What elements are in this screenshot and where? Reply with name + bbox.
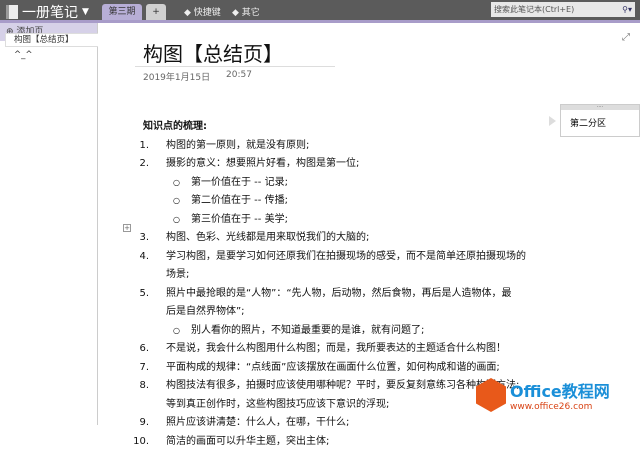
section-arrow-icon <box>549 116 556 126</box>
list-text: 照片中最抢眼的是“人物”：“先人物，后动物，然后食物，再后是人造物体，最 <box>166 285 512 304</box>
list-number: 9. <box>129 414 149 433</box>
list-item: 1.构图的第一原则，就是没有原则; <box>143 137 543 156</box>
list-item: ○ 第二价值在于 -- 传播; <box>143 192 543 211</box>
search-placeholder: 搜索此笔记本(Ctrl+E) <box>494 5 574 14</box>
list-text: 第一价值在于 -- 记录; <box>191 174 288 193</box>
list-item: 6.不是说，我会什么构图用什么构图；而是，我所要表达的主题适合什么构图！ <box>143 340 543 359</box>
notebook-selector[interactable]: 一册笔记 ▼ <box>6 2 89 22</box>
list-item: ○ 第三价值在于 -- 美学; <box>143 211 543 230</box>
page-date: 2019年1月15日 <box>143 70 210 83</box>
search-input[interactable]: 搜索此笔记本(Ctrl+E) ⚲▾ <box>491 2 635 17</box>
list-number: 2. <box>129 155 149 174</box>
list-item: 2.摄影的意义：想要照片好看，构图是第一位; <box>143 155 543 174</box>
chevron-down-icon: ▼ <box>82 7 89 17</box>
watermark-url: www.office26.com <box>510 402 610 412</box>
list-number: 10. <box>129 433 149 451</box>
list-number: 5. <box>129 285 149 304</box>
list-text: 后是自然界物体”; <box>166 303 245 322</box>
bullet-icon: ○ <box>173 211 180 230</box>
title-divider <box>135 66 335 67</box>
list-number: 4. <box>129 248 149 267</box>
page-item[interactable]: ^_^ <box>14 50 33 60</box>
bullet-icon: ○ <box>173 192 180 211</box>
notebook-name: 一册笔记 <box>22 2 78 22</box>
other-link[interactable]: ◆ 其它 <box>232 5 260 18</box>
list-number: 6. <box>129 340 149 359</box>
quick-keys-label: 快捷键 <box>194 8 221 18</box>
list-number: 7. <box>129 359 149 378</box>
quick-keys-link[interactable]: ◆ 快捷键 <box>184 5 221 18</box>
list-text: 学习构图，是要学习如何还原我们在拍摄现场的感受，而不是简单还原拍摄现场的 <box>166 248 526 267</box>
list-item: ○ 别人看你的照片，不知道最重要的是谁，就有问题了; <box>143 322 543 341</box>
list-text: 简洁的画面可以升华主题，突出主体; <box>166 433 329 451</box>
section-text[interactable]: 第二分区 <box>561 110 639 129</box>
add-section-tab[interactable]: + <box>146 4 166 20</box>
list-text: 场景; <box>166 266 189 285</box>
list-text: 构图、色彩、光线都是用来取悦我们的大脑的; <box>166 229 369 248</box>
bullet-icon: ○ <box>173 322 180 341</box>
page-sidebar: ⊕ 添加页 <box>0 23 98 425</box>
list-text: 构图技法有很多，拍摄时应该使用哪种呢？平时，要反复刻意练习各种构图方法; <box>166 377 519 396</box>
list-text: 别人看你的照片，不知道最重要的是谁，就有问题了; <box>191 322 424 341</box>
section-note-box[interactable]: ···· 第二分区 <box>560 104 640 137</box>
list-text: 摄影的意义：想要照片好看，构图是第一位; <box>166 155 359 174</box>
tab-section[interactable]: 第三期 <box>102 4 142 20</box>
list-item: 4.学习构图，是要学习如何还原我们在拍摄现场的感受，而不是简单还原拍摄现场的 <box>143 248 543 267</box>
list-text: 不是说，我会什么构图用什么构图；而是，我所要表达的主题适合什么构图！ <box>166 340 506 359</box>
page-time: 20:57 <box>226 70 252 80</box>
search-icon[interactable]: ⚲▾ <box>622 2 632 17</box>
page-item-selected[interactable]: 构图【总结页】 <box>5 33 98 47</box>
office-logo-icon <box>476 378 506 412</box>
list-item: ○ 第一价值在于 -- 记录; <box>143 174 543 193</box>
list-item: 后是自然界物体”; <box>143 303 543 322</box>
list-item: 3.构图、色彩、光线都是用来取悦我们的大脑的; <box>143 229 543 248</box>
page-title[interactable]: 构图【总结页】 <box>143 38 283 67</box>
bullet-icon: ○ <box>173 174 180 193</box>
watermark: Office教程网www.office26.com <box>476 378 610 412</box>
list-text: 构图的第一原则，就是没有原则; <box>166 137 309 156</box>
list-text: 第二价值在于 -- 传播; <box>191 192 288 211</box>
list-item: 10.简洁的画面可以升华主题，突出主体; <box>143 433 543 451</box>
notebook-icon <box>6 5 18 19</box>
list-number: 3. <box>129 229 149 248</box>
list-text: 照片应该讲清楚：什么人，在哪，干什么; <box>166 414 349 433</box>
list-item: 场景; <box>143 266 543 285</box>
list-text: 平面构成的规律：“点线面”应该摆放在画面什么位置，如何构成和谐的画面; <box>166 359 500 378</box>
watermark-brand: Office教程网 <box>510 378 610 402</box>
title-bar: 一册笔记 ▼ 第三期 + ◆ 快捷键 ◆ 其它 搜索此笔记本(Ctrl+E) ⚲▾ <box>0 0 640 20</box>
list-text: 等到真正创作时，这些构图技巧应该下意识的浮现; <box>166 396 389 415</box>
list-item: 7.平面构成的规律：“点线面”应该摆放在画面什么位置，如何构成和谐的画面; <box>143 359 543 378</box>
list-number: 8. <box>129 377 149 396</box>
list-item: 9.照片应该讲清楚：什么人，在哪，干什么; <box>143 414 543 433</box>
expand-icon[interactable]: ⤢ <box>622 32 630 43</box>
heading: 知识点的梳理: <box>143 118 543 137</box>
other-label: 其它 <box>242 8 260 18</box>
list-item: 5.照片中最抢眼的是“人物”：“先人物，后动物，然后食物，再后是人造物体，最 <box>143 285 543 304</box>
list-number: 1. <box>129 137 149 156</box>
list-text: 第三价值在于 -- 美学; <box>191 211 288 230</box>
